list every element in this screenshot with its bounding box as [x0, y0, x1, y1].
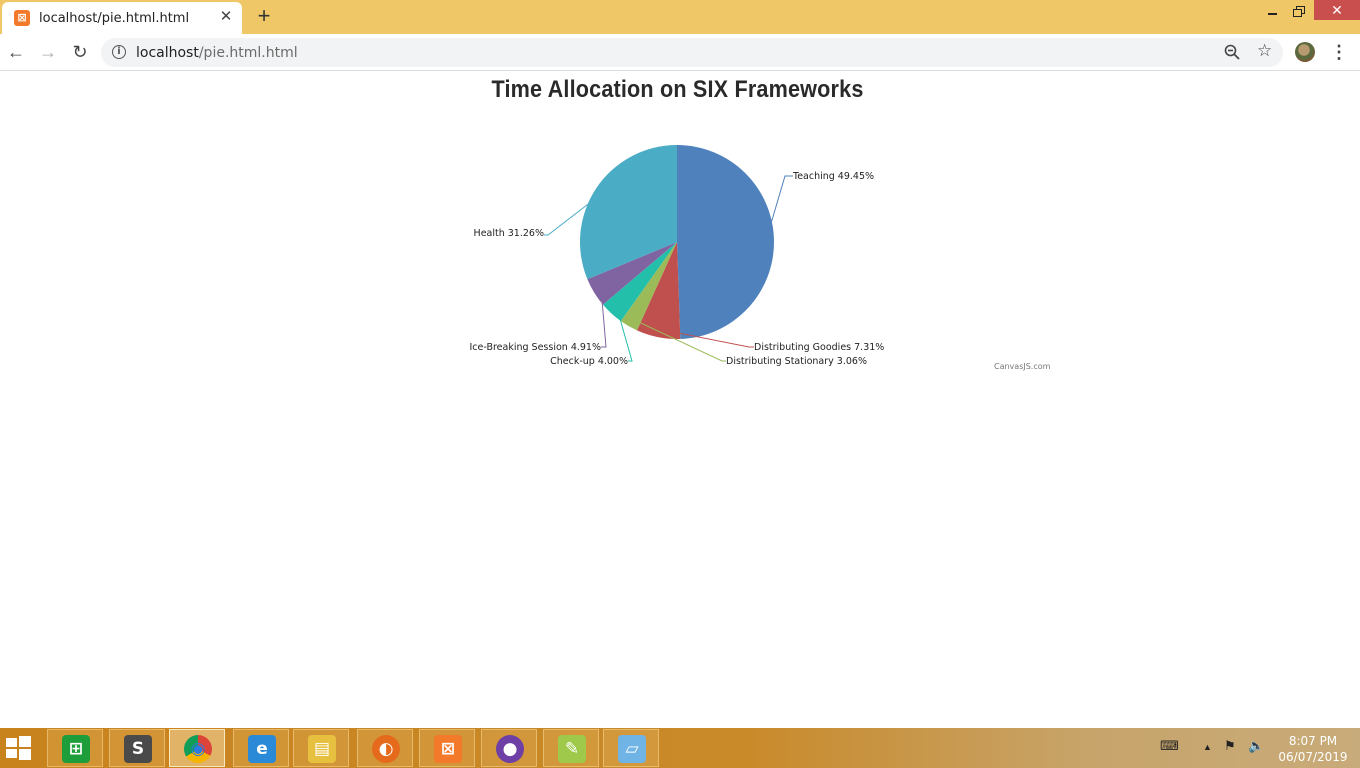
- forward-arrow-icon[interactable]: →: [37, 41, 59, 63]
- taskbar-clock[interactable]: 8:07 PM 06/07/2019: [1278, 733, 1348, 765]
- action-center-flag-icon[interactable]: ⚑: [1224, 738, 1236, 754]
- profile-avatar[interactable]: [1295, 42, 1315, 62]
- site-info-icon[interactable]: i: [112, 45, 126, 59]
- taskbar-app-github[interactable]: ●: [481, 729, 537, 767]
- taskbar-app-firefox[interactable]: ◐: [357, 729, 413, 767]
- keyboard-icon[interactable]: ⌨: [1160, 738, 1179, 754]
- close-window-icon[interactable]: ✕: [1314, 0, 1360, 20]
- file-explorer-icon: ▤: [308, 735, 336, 763]
- browser-toolbar: ← → ↻ i localhost/pie.html.html ☆ ⋮: [0, 34, 1360, 71]
- chart-title: Time Allocation on SIX Frameworks: [491, 76, 864, 103]
- reload-icon[interactable]: ↻: [69, 41, 91, 63]
- pie-chart: Teaching 49.45% Distributing Goodies 7.31…: [470, 145, 884, 367]
- chrome-icon: ◉: [184, 735, 212, 763]
- chrome-menu-icon[interactable]: ⋮: [1330, 42, 1348, 62]
- windows-taskbar: ⊞ S ◉ e ▤ ◐ ⊠ ● ✎ ▱ ⌨ ▲ ⚑ 🔈 8:07 PM 06/07/2019: [0, 728, 1360, 768]
- slice-label: Teaching 49.45%: [792, 171, 874, 182]
- pie-slice-teaching[interactable]: [677, 145, 774, 339]
- chart-credit[interactable]: CanvasJS.com: [994, 362, 1050, 371]
- firefox-icon: ◐: [372, 735, 400, 763]
- github-desktop-icon: ●: [496, 735, 524, 763]
- restore-icon[interactable]: [1288, 3, 1308, 19]
- clock-time: 8:07 PM: [1288, 734, 1338, 748]
- bookmark-star-icon[interactable]: ☆: [1257, 41, 1272, 61]
- notepad-plus-plus-icon: ✎: [558, 735, 586, 763]
- slice-label: Distributing Stationary 3.06%: [726, 356, 867, 367]
- minimize-icon[interactable]: [1262, 3, 1282, 19]
- internet-explorer-icon: e: [248, 735, 276, 763]
- slice-label: Ice-Breaking Session 4.91%: [470, 342, 602, 353]
- taskbar-app-explorer[interactable]: ▤: [293, 729, 349, 767]
- back-arrow-icon[interactable]: ←: [5, 41, 27, 63]
- show-hidden-icons-icon[interactable]: ▲: [1203, 742, 1212, 752]
- browser-title-bar: ⊠ localhost/pie.html.html ✕ + ✕: [0, 0, 1360, 34]
- zoom-icon[interactable]: [1224, 44, 1240, 60]
- new-tab-icon[interactable]: +: [254, 5, 274, 27]
- taskbar-app-notepadpp[interactable]: ✎: [543, 729, 599, 767]
- taskbar-app-chrome[interactable]: ◉: [169, 729, 225, 767]
- sublime-text-icon: S: [124, 735, 152, 763]
- taskbar-app-notepad[interactable]: ▱: [603, 729, 659, 767]
- windows-start-icon[interactable]: [4, 736, 32, 760]
- taskbar-app-ie[interactable]: e: [233, 729, 289, 767]
- browser-tab[interactable]: ⊠ localhost/pie.html.html ✕: [2, 2, 242, 34]
- xampp-icon: ⊠: [434, 735, 462, 763]
- clock-date: 06/07/2019: [1278, 750, 1348, 764]
- taskbar-app-xampp[interactable]: ⊠: [419, 729, 475, 767]
- notepad-icon: ▱: [618, 735, 646, 763]
- page-content: Teaching 49.45% Distributing Goodies 7.31…: [0, 71, 1360, 728]
- taskbar-app-store[interactable]: ⊞: [47, 729, 103, 767]
- store-icon: ⊞: [62, 735, 90, 763]
- slice-label: Health 31.26%: [474, 228, 544, 239]
- volume-icon[interactable]: 🔈: [1248, 738, 1264, 754]
- slice-label: Check-up 4.00%: [550, 356, 628, 367]
- slice-label: Distributing Goodies 7.31%: [754, 342, 884, 353]
- address-bar[interactable]: i localhost/pie.html.html ☆: [101, 38, 1283, 67]
- taskbar-app-sublime[interactable]: S: [109, 729, 165, 767]
- tab-title: localhost/pie.html.html: [39, 11, 190, 26]
- url-text[interactable]: localhost/pie.html.html: [136, 45, 298, 61]
- xampp-favicon-icon: ⊠: [14, 10, 30, 26]
- tab-close-icon[interactable]: ✕: [218, 9, 234, 25]
